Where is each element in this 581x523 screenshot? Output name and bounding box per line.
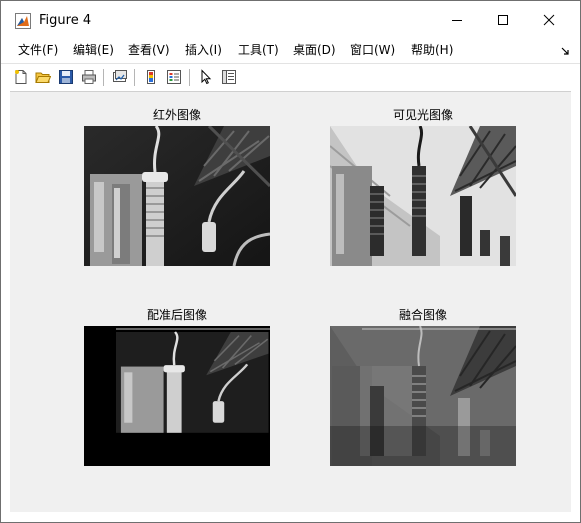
print-button[interactable] — [80, 68, 98, 86]
maximize-icon — [498, 15, 508, 25]
subplot-title-infrared: 红外图像 — [152, 108, 201, 122]
new-figure-icon — [15, 70, 27, 84]
menu-desktop[interactable]: 桌面(D) — [293, 42, 336, 58]
open-file-button[interactable] — [34, 68, 52, 86]
menu-help[interactable]: 帮助(H) — [411, 42, 453, 58]
menu-insert[interactable]: 插入(I) — [185, 42, 222, 58]
minimize-icon — [452, 20, 462, 21]
registered-image[interactable] — [84, 326, 270, 466]
insert-legend-icon — [167, 70, 181, 84]
fused-image[interactable] — [330, 326, 516, 466]
close-icon — [543, 14, 555, 26]
insert-colorbar-button[interactable] — [142, 68, 160, 86]
menu-edit[interactable]: 编辑(E) — [73, 42, 114, 58]
save-button[interactable] — [57, 68, 75, 86]
minimize-button[interactable] — [434, 1, 480, 39]
menu-file[interactable]: 文件(F) — [18, 42, 58, 58]
save-icon — [59, 70, 73, 84]
visible-light-image[interactable] — [330, 126, 516, 266]
link-plot-button[interactable] — [111, 68, 129, 86]
link-plot-icon — [113, 70, 127, 82]
menu-view[interactable]: 查看(V) — [128, 42, 170, 58]
open-file-icon — [35, 72, 51, 83]
select-pointer-button[interactable] — [197, 68, 215, 86]
insert-colorbar-icon — [147, 70, 155, 84]
property-editor-button[interactable] — [220, 68, 238, 86]
title-bar[interactable]: Figure 4 — [1, 1, 580, 39]
print-icon — [82, 70, 96, 84]
select-pointer-icon — [201, 69, 212, 85]
close-button[interactable] — [526, 1, 572, 39]
toolbar-separator — [134, 69, 135, 86]
dock-arrow-icon[interactable] — [560, 45, 570, 55]
subplot-title-registered: 配准后图像 — [146, 308, 207, 322]
figure-window: Figure 4 文件(F) 编辑(E) 查看(V) 插入(I) 工具(T) 桌… — [0, 0, 581, 523]
menu-bar: 文件(F) 编辑(E) 查看(V) 插入(I) 工具(T) 桌面(D) 窗口(W… — [1, 39, 580, 61]
subplot-title-visible: 可见光图像 — [392, 108, 453, 122]
toolbar — [1, 63, 580, 91]
menu-tools[interactable]: 工具(T) — [238, 42, 279, 58]
toolbar-separator — [103, 69, 104, 86]
subplot-title-fused: 融合图像 — [398, 308, 447, 322]
menu-window[interactable]: 窗口(W) — [350, 42, 395, 58]
maximize-button[interactable] — [480, 1, 526, 39]
insert-legend-button[interactable] — [165, 68, 183, 86]
figure-canvas[interactable]: 红外图像 可见光图像 配准后图像 融合图像 — [10, 91, 571, 512]
infrared-image[interactable] — [84, 126, 270, 266]
property-editor-icon — [222, 70, 236, 84]
toolbar-separator — [189, 69, 190, 86]
matlab-logo-icon — [15, 13, 31, 29]
window-title: Figure 4 — [39, 13, 92, 28]
new-figure-button[interactable] — [12, 68, 30, 86]
